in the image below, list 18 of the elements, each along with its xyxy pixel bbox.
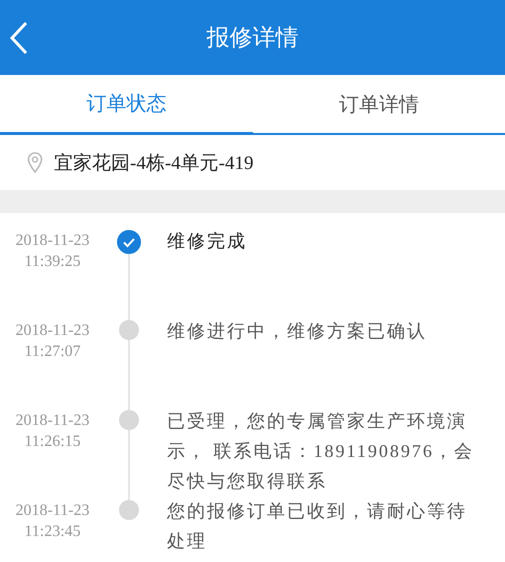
page-title: 报修详情 bbox=[206, 24, 298, 52]
entry-text: 维修完成 bbox=[166, 230, 248, 253]
entry-time: 11:23:45 bbox=[24, 522, 81, 542]
back-icon[interactable] bbox=[9, 21, 29, 55]
entry-time: 11:39:25 bbox=[24, 252, 81, 272]
entry-date: 2018-11-23 bbox=[15, 231, 90, 251]
entry-text: 您的报修订单已收到，请耐心等待处理 bbox=[166, 500, 468, 553]
entry-text: 维修进行中，维修方案已确认 bbox=[166, 320, 428, 343]
entry-time: 11:27:07 bbox=[24, 342, 81, 362]
tab[interactable]: 订单状态 bbox=[0, 75, 252, 135]
entry-time: 11:26:15 bbox=[24, 432, 81, 452]
entry-date: 2018-11-23 bbox=[15, 411, 90, 431]
entry-text: 已受理，您的专属管家生产环境演示， 联系电话：18911908976，会尽快与您取得联系 bbox=[166, 410, 475, 493]
tab[interactable]: 订单详情 bbox=[252, 75, 505, 133]
entry-date: 2018-11-23 bbox=[15, 501, 90, 521]
entry-date: 2018-11-23 bbox=[15, 321, 90, 341]
location-pin-icon bbox=[27, 152, 43, 174]
address-text: 宜家花园-4栋-4单元-419 bbox=[54, 152, 254, 176]
